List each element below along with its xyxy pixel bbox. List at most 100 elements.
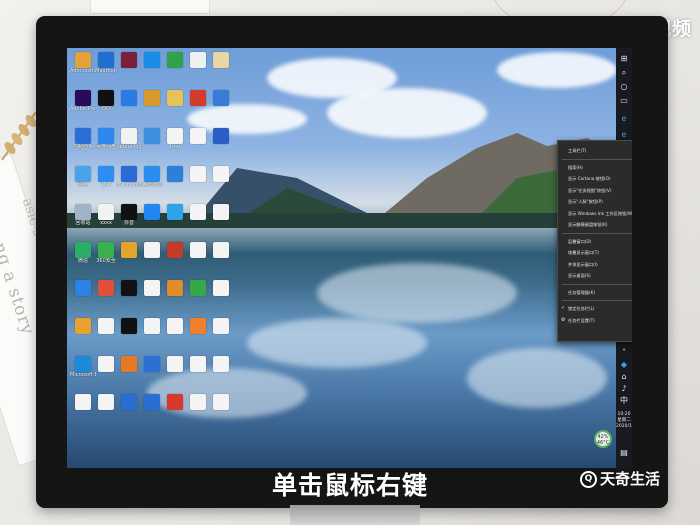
context-menu-item[interactable]: 显示触摸键盘按钮(K) [558,219,632,231]
desktop-icon[interactable] [95,394,117,410]
desktop-icon[interactable] [118,52,140,68]
chevron-up-icon[interactable]: ˄ [619,348,629,358]
desktop-icon[interactable] [210,394,232,410]
cortana-icon[interactable]: ○ [619,82,629,92]
input-method-icon[interactable]: 中 [619,396,629,406]
desktop-icon[interactable] [187,90,209,106]
context-menu-item[interactable]: 堆叠显示窗口(T) [558,247,632,259]
desktop-icon[interactable] [72,318,94,334]
desktop-icon[interactable]: QQ [95,90,117,112]
task-view-icon[interactable]: ▭ [619,96,629,106]
desktop-icon[interactable]: 钉钉 [95,166,117,188]
context-menu-item[interactable]: 并排显示窗口(I) [558,259,632,271]
volume-icon[interactable]: ♪ [619,384,629,394]
taskbar-clock-time[interactable]: 10:20 [616,412,632,417]
context-menu-item[interactable]: ✓ 锁定任务栏(L) [558,303,632,315]
desktop-icon[interactable] [141,90,163,106]
context-menu-item[interactable]: 显示桌面(S) [558,270,632,282]
context-menu-item[interactable]: 搜索(H)› [558,162,632,174]
context-menu-item[interactable]: 显示 Cortana 按钮(O) [558,173,632,185]
network-icon[interactable]: ⌂ [619,372,629,382]
desktop-icon[interactable] [141,394,163,410]
desktop-icon[interactable] [95,318,117,334]
desktop-icon[interactable] [141,52,163,68]
desktop-icon[interactable] [210,90,232,106]
edge-icon[interactable]: e [619,114,629,124]
desktop-icon[interactable]: debug.log [117,128,141,150]
desktop-icon-image [121,166,137,182]
desktop-icon[interactable] [141,128,163,144]
desktop-icon[interactable] [187,242,209,258]
desktop-icon[interactable] [164,394,186,410]
context-menu-item[interactable]: 显示"人脉"按钮(P) [558,196,632,208]
desktop-icon[interactable] [210,356,232,372]
desktop-icon[interactable] [187,318,209,334]
desktop-icon[interactable] [187,128,209,144]
edge-icon-2[interactable]: e [619,130,629,140]
desktop-icon[interactable] [141,318,163,334]
desktop-icon[interactable] [95,356,117,372]
desktop-icon[interactable]: Administra... [70,52,96,74]
desktop-icon[interactable]: 控制面板 [72,128,94,150]
desktop-icon[interactable] [164,52,186,68]
desktop-icon[interactable]: xxxx [95,204,117,226]
desktop-icon[interactable] [118,394,140,410]
desktop-icon[interactable] [164,166,186,182]
desktop-icon[interactable]: 腾讯课堂 [141,166,163,188]
desktop-icon[interactable] [210,280,232,296]
desktop-icon[interactable] [187,280,209,296]
desktop-icon[interactable] [164,242,186,258]
desktop-icon[interactable] [72,280,94,296]
desktop-icon[interactable] [210,166,232,182]
desktop-icon[interactable] [187,52,209,68]
desktop-icon[interactable]: 微信 [72,242,94,264]
desktop-icon[interactable]: 1.txt [164,128,186,150]
desktop-icon[interactable]: Maxthon [95,52,117,74]
desktop-icon[interactable]: 360安全 [95,242,117,264]
desktop-icon[interactable] [210,128,232,144]
desktop-icon[interactable] [187,394,209,410]
desktop-icon[interactable] [164,90,186,106]
desktop-icon[interactable] [187,166,209,182]
desktop-icon[interactable]: Adobe Premi... [70,90,96,112]
desktop-icon[interactable] [164,318,186,334]
desktop-icon[interactable]: Microsoft Edge [70,356,96,378]
desktop-icon[interactable] [141,280,163,296]
context-menu-item[interactable]: 工具栏(T)› [558,145,632,157]
desktop-icon[interactable] [187,204,209,220]
desktop-icon[interactable] [210,242,232,258]
desktop-icon[interactable] [210,52,232,68]
desktop-icon[interactable] [164,280,186,296]
desktop-icon[interactable] [187,356,209,372]
desktop-icon[interactable] [141,356,163,372]
context-menu-item[interactable]: ⚙ 任务栏设置(T) [558,315,632,327]
desktop-icon[interactable] [72,394,94,410]
desktop-icon[interactable] [118,318,140,334]
context-menu-item[interactable]: 层叠窗口(D) [558,236,632,248]
desktop-icon[interactable]: 百度网盘 [95,128,117,150]
desktop-icon[interactable] [210,204,232,220]
notification-icon[interactable]: ▤ [619,448,629,458]
desktop-icon[interactable] [118,90,140,106]
context-menu-item[interactable]: 任务管理器(K) [558,287,632,299]
desktop-icon[interactable]: 网络 [72,166,94,188]
desktop-icon[interactable]: 抖音 [118,204,140,226]
search-icon[interactable]: ⌕ [619,68,629,78]
context-menu-item[interactable]: 显示 Windows Ink 工作区按钮(W) [558,208,632,220]
desktop-icon[interactable] [141,204,163,220]
desktop-icon[interactable] [164,204,186,220]
desktop-icon[interactable]: 回收站 [72,204,94,226]
desktop-icon[interactable] [141,242,163,258]
desktop-icon[interactable] [118,356,140,372]
desktop-icon[interactable] [118,280,140,296]
windows-start-icon[interactable]: ⊞ [619,54,629,64]
desktop-icon[interactable]: 3DDownload [116,166,142,188]
desktop-icon[interactable] [118,242,140,258]
desktop-screen[interactable]: Administra...Maxthon Adobe Premi... QQ 控制面板… [67,48,632,468]
desktop-icon[interactable] [95,280,117,296]
weather-widget[interactable]: 42% 46°C [594,430,612,448]
shield-icon[interactable]: ◆ [619,360,629,370]
context-menu-item[interactable]: 显示"任务视图"按钮(V) [558,185,632,197]
desktop-icon[interactable] [210,318,232,334]
desktop-icon[interactable] [164,356,186,372]
